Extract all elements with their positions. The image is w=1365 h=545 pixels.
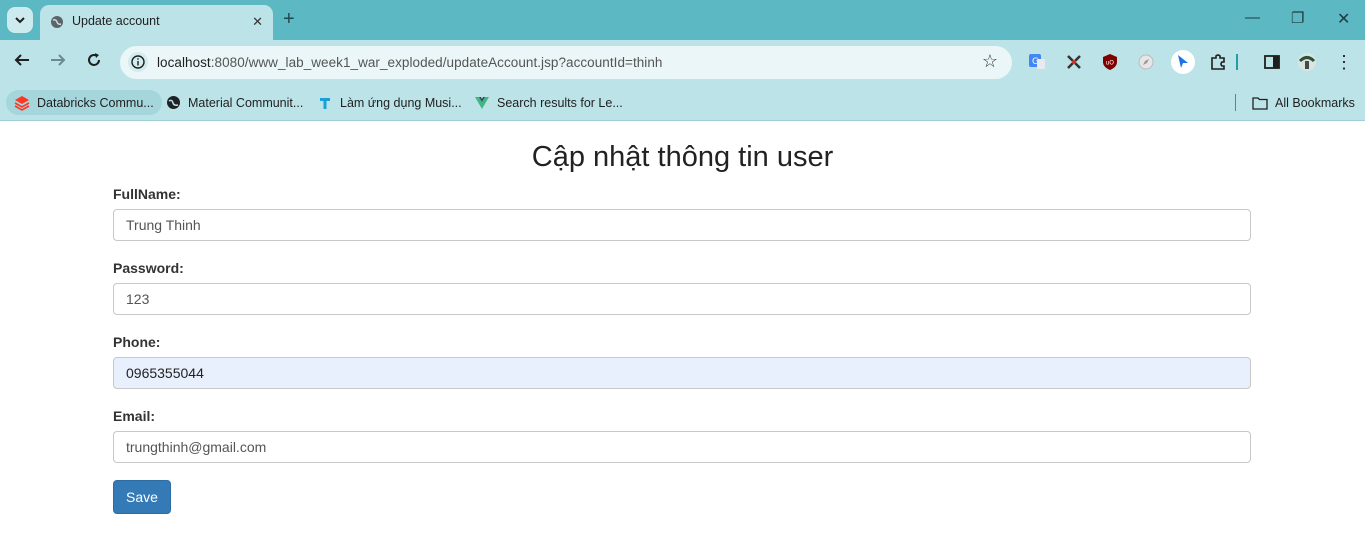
window-close-icon[interactable]: ✕ [1337,9,1350,29]
all-bookmarks[interactable]: All Bookmarks [1252,90,1355,115]
bookmark-search-results[interactable]: Search results for Le... [474,90,623,115]
bookmark-databricks[interactable]: Databricks Commu... [6,90,162,115]
minimize-icon[interactable]: — [1245,9,1260,26]
page-content: Cập nhật thông tin user FullName: Passwo… [0,121,1365,545]
tab-update-account[interactable]: Update account ✕ [40,5,273,40]
kebab-menu-icon[interactable]: ⋮ [1334,52,1354,72]
bookmark-label: Làm ứng dụng Musi... [340,95,462,110]
save-button[interactable]: Save [113,480,171,514]
ublock-icon[interactable]: uO [1100,52,1120,72]
vue-icon [474,95,490,111]
tab-strip: Update account ✕ + — ❐ ✕ [0,0,1365,40]
browser-chrome: Update account ✕ + — ❐ ✕ localhost:8080/… [0,0,1365,121]
phone-label: Phone: [113,334,161,350]
svg-text:uO: uO [1106,60,1115,67]
extensions-puzzle-icon[interactable] [1208,52,1228,72]
bookmark-label: Material Communit... [188,95,304,110]
page-title: Cập nhật thông tin user [531,141,834,173]
email-input[interactable] [113,431,1251,463]
url-text: localhost:8080/www_lab_week1_war_explode… [157,55,662,70]
chevron-down-icon [15,17,25,24]
profile-avatar-icon[interactable] [1297,52,1317,72]
t-icon [317,95,333,111]
bookmark-music-app[interactable]: Làm ứng dụng Musi... [317,90,462,115]
toolbar: localhost:8080/www_lab_week1_war_explode… [0,40,1365,85]
new-tab-button[interactable]: + [283,8,295,30]
tools-extension-icon[interactable] [1064,52,1084,72]
tab-title: Update account [72,14,160,28]
fullname-label: FullName: [113,186,181,202]
email-label: Email: [113,408,156,424]
bookmark-star-icon[interactable]: ☆ [982,51,998,72]
back-icon[interactable] [13,51,31,74]
cursor-extension-icon[interactable] [1171,50,1195,74]
phone-input[interactable] [113,357,1251,389]
bookmark-material[interactable]: Material Communit... [165,90,303,115]
toolbar-divider [1236,54,1238,70]
password-label: Password: [113,260,184,276]
fullname-input[interactable] [113,209,1251,241]
globe-icon [165,95,181,111]
forward-icon[interactable] [49,51,67,74]
url-path: :8080/www_lab_week1_war_exploded/updateA… [210,55,663,70]
google-translate-icon[interactable]: G [1027,52,1047,72]
tab-search-button[interactable] [7,7,33,33]
all-bookmarks-label: All Bookmarks [1275,95,1355,110]
close-icon[interactable]: ✕ [252,14,263,30]
reload-icon[interactable] [85,51,103,74]
url-host: localhost [157,55,211,70]
globe-icon [50,15,64,34]
bookmarks-bar: Databricks Commu... Material Communit...… [0,85,1365,121]
bookmarks-divider [1235,94,1236,111]
site-info-icon[interactable] [128,52,148,72]
restore-icon[interactable]: ❐ [1291,9,1304,27]
bookmark-label: Search results for Le... [497,95,623,110]
databricks-icon [14,95,30,111]
bookmark-label: Databricks Commu... [37,95,154,110]
side-panel-icon[interactable] [1262,52,1282,72]
compass-extension-icon[interactable] [1136,52,1156,72]
password-input[interactable] [113,283,1251,315]
address-bar[interactable]: localhost:8080/www_lab_week1_war_explode… [120,46,1012,79]
folder-icon [1252,95,1268,111]
